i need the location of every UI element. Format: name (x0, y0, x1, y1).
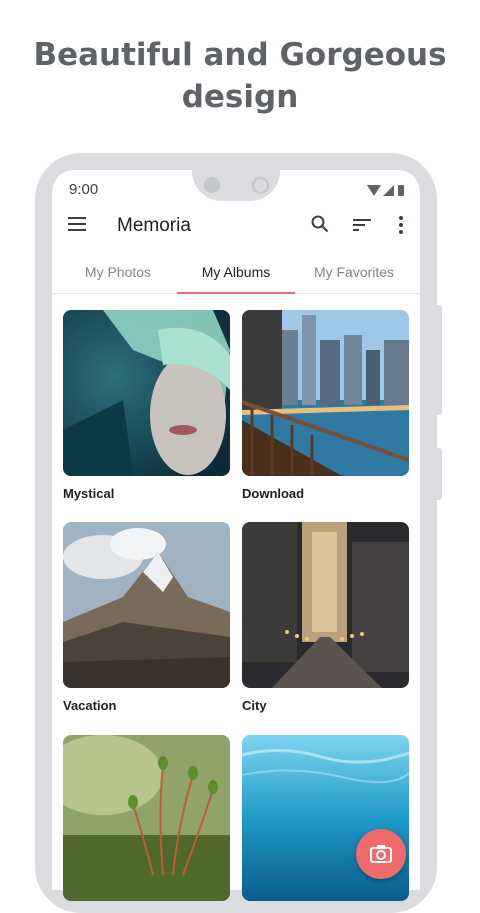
camera-fab[interactable] (356, 829, 406, 879)
status-icons (367, 182, 404, 196)
front-camera (204, 177, 220, 193)
album-label-city: City (242, 698, 267, 713)
tab-my-photos[interactable]: My Photos (62, 264, 174, 280)
album-thumbnail-download[interactable] (242, 310, 409, 476)
promo-headline: Beautiful and Gorgeous design (0, 34, 480, 118)
wifi-icon (367, 185, 381, 196)
tab-indicator (177, 292, 295, 294)
menu-icon[interactable] (68, 217, 86, 231)
album-label-mystical: Mystical (63, 486, 115, 501)
promo-headline-line1: Beautiful and Gorgeous (33, 37, 447, 73)
front-sensor (252, 177, 269, 194)
album-thumbnail-nature[interactable] (63, 735, 230, 901)
camera-icon (370, 845, 392, 863)
phone-side-button (437, 448, 442, 500)
promo-headline-line2: design (181, 79, 299, 115)
album-thumbnail-vacation[interactable] (63, 522, 230, 688)
phone-side-button (437, 305, 442, 415)
album-thumbnail-mystical[interactable] (63, 310, 230, 476)
album-label-download: Download (242, 486, 305, 501)
album-label-vacation: Vacation (63, 698, 117, 713)
more-vert-icon[interactable] (393, 215, 409, 235)
sort-icon[interactable] (353, 219, 371, 232)
status-time: 9:00 (69, 181, 99, 198)
battery-icon (398, 185, 404, 196)
app-title: Memoria (117, 215, 191, 236)
search-icon[interactable] (311, 215, 329, 233)
tab-my-favorites[interactable]: My Favorites (296, 264, 412, 280)
phone-notch (192, 153, 280, 201)
cell-signal-icon (383, 185, 394, 196)
tab-my-albums[interactable]: My Albums (180, 264, 292, 280)
album-thumbnail-city[interactable] (242, 522, 409, 688)
